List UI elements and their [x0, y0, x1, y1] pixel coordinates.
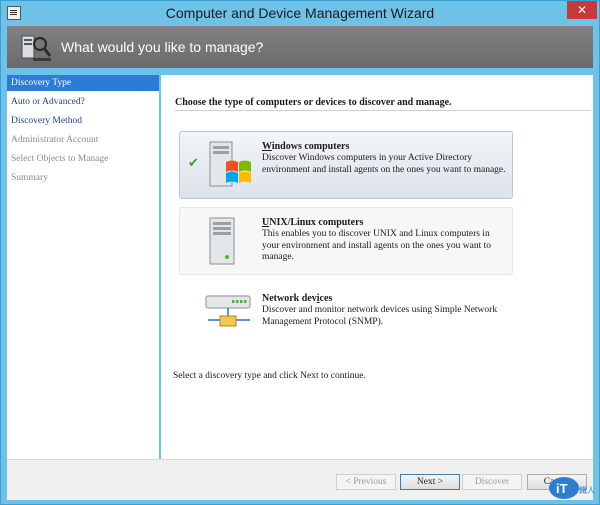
discovery-wizard-icon [21, 35, 52, 61]
ithome-watermark-logo: iT 鐵人 [549, 477, 595, 499]
sidebar-item-discovery-type[interactable]: Discovery Type [7, 75, 159, 91]
windows-option-description: Discover Windows computers in your Activ… [262, 153, 506, 175]
discover-button[interactable]: Discover [462, 474, 522, 490]
instruction-text: Select a discovery type and click Next t… [173, 371, 366, 381]
windows-server-icon [209, 141, 251, 187]
unix-option-description: This enables you to discover UNIX and Li… [262, 229, 492, 262]
wizard-footer: < Previous Next > Discover Cancel [7, 459, 593, 500]
banner-title: What would you like to manage? [61, 39, 264, 55]
sidebar-item-administrator-account: Administrator Account [11, 135, 99, 145]
checkmark-icon: ✔ [188, 156, 199, 171]
wizard-steps-sidebar: Discovery Type Auto or Advanced? Discove… [7, 75, 159, 459]
sidebar-item-auto-or-advanced[interactable]: Auto or Advanced? [7, 94, 159, 110]
svg-text:iT: iT [556, 481, 568, 496]
unix-server-icon [209, 217, 235, 265]
windows-option-title: Windows computers [262, 141, 350, 152]
wizard-window: Computer and Device Management Wizard ✕ … [0, 0, 600, 505]
unix-option-title: UNIX/Linux computers [262, 217, 364, 228]
svg-text:鐵人: 鐵人 [579, 485, 595, 495]
network-devices-option[interactable]: Network devices Discover and monitor net… [179, 283, 513, 345]
wizard-content: Choose the type of computers or devices … [161, 75, 593, 459]
network-option-title: Network devices [262, 293, 333, 304]
heading-divider [175, 110, 591, 111]
title-bar: Computer and Device Management Wizard ✕ [1, 1, 599, 25]
close-button[interactable]: ✕ [567, 1, 597, 19]
sidebar-item-summary: Summary [11, 173, 48, 183]
page-heading: Choose the type of computers or devices … [175, 97, 452, 108]
network-option-description: Discover and monitor network devices usi… [262, 305, 498, 327]
sidebar-item-select-objects: Select Objects to Manage [11, 154, 109, 164]
sidebar-item-discovery-method[interactable]: Discovery Method [7, 113, 159, 129]
next-button[interactable]: Next > [400, 474, 460, 490]
windows-computers-option[interactable]: ✔ Windows computers Discover Windows com… [179, 131, 513, 199]
window-title: Computer and Device Management Wizard [165, 5, 435, 21]
network-switch-icon [205, 295, 251, 327]
wizard-banner: What would you like to manage? [7, 26, 593, 68]
previous-button[interactable]: < Previous [336, 474, 396, 490]
unix-linux-computers-option[interactable]: UNIX/Linux computers This enables you to… [179, 207, 513, 275]
